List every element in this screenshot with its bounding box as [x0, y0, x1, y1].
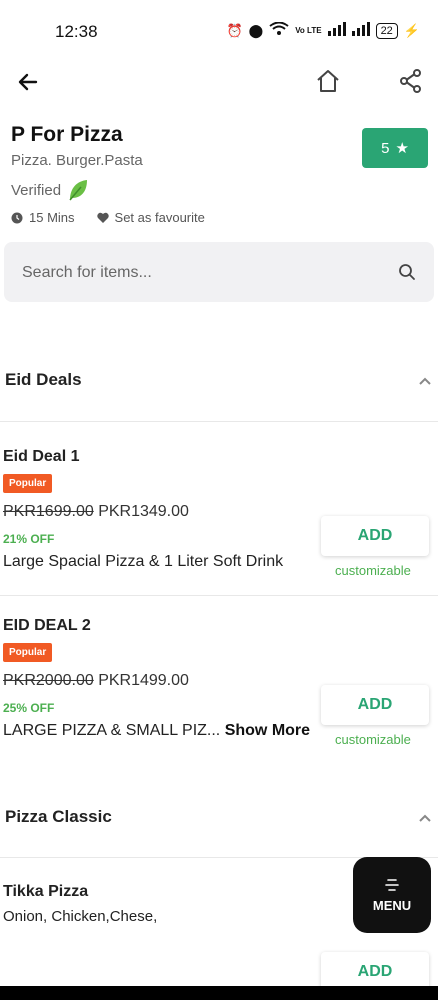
menu-button-label: MENU [372, 897, 412, 913]
star-icon: ★ [395, 140, 409, 157]
current-price: PKR1349.00 [98, 503, 189, 520]
original-price: PKR1699.00 [3, 503, 94, 520]
menu-item: Eid Deal 1 Popular PKR1699.00 PKR1349.00… [0, 436, 438, 596]
share-icon [400, 69, 421, 93]
home-icon [317, 70, 339, 92]
favourite-button[interactable]: Set as favourite [96, 210, 205, 225]
item-description: LARGE PIZZA & SMALL PIZ... Show More [3, 722, 310, 740]
search-input[interactable] [20, 242, 384, 304]
favourite-label: Set as favourite [114, 210, 205, 225]
verified-label: Verified [11, 181, 62, 199]
original-price: PKR2000.00 [3, 672, 94, 689]
delivery-time: 15 Mins [11, 210, 75, 225]
chevron-up-icon [419, 814, 431, 822]
signal-icon [327, 22, 346, 39]
divider [0, 595, 438, 596]
share-button[interactable] [398, 68, 424, 94]
search-bar [4, 242, 434, 304]
discount-label: 25% OFF [3, 701, 55, 715]
discount-label: 21% OFF [3, 532, 55, 546]
clock-icon [11, 212, 23, 223]
section-title: Eid Deals [5, 370, 82, 389]
item-name: Eid Deal 1 [3, 448, 80, 465]
section-header-pizza-classic[interactable]: Pizza Classic [0, 799, 438, 839]
back-button[interactable] [16, 70, 40, 94]
add-button[interactable]: ADD [321, 685, 429, 725]
system-navigation-bar [0, 986, 438, 1000]
menu-item: EID DEAL 2 Popular PKR2000.00 PKR1499.00… [0, 605, 438, 765]
verified-status: Verified [11, 178, 89, 202]
delivery-time-label: 15 Mins [29, 210, 75, 225]
rating-badge: 5 ★ [362, 128, 428, 168]
restaurant-meta: 15 Mins Set as favourite [11, 210, 205, 225]
divider [0, 421, 438, 422]
home-button[interactable] [315, 68, 341, 94]
current-price: PKR1499.00 [98, 672, 189, 689]
chevron-up-icon [419, 377, 431, 385]
status-icons: ⏰ ⬤ Vo LTE 22 ⚡ [226, 21, 420, 39]
heart-icon [96, 212, 109, 223]
network-label: Vo LTE [295, 26, 322, 35]
customizable-label: customizable [335, 732, 411, 747]
item-description: Large Spacial Pizza & 1 Liter Soft Drink [3, 553, 284, 570]
rating-value: 5 [381, 139, 390, 157]
popular-badge: Popular [3, 474, 53, 493]
signal-icon-2 [351, 22, 370, 39]
wifi-icon [269, 21, 289, 39]
customizable-label: customizable [335, 563, 411, 578]
battery-indicator: 22 [375, 22, 398, 39]
restaurant-categories: Pizza. Burger.Pasta [11, 152, 143, 169]
item-description: Onion, Chicken,Chese, [3, 908, 158, 925]
search-icon[interactable] [398, 263, 416, 281]
price-row: PKR2000.00 PKR1499.00 [3, 672, 189, 690]
top-navigation [0, 62, 438, 102]
restaurant-name: P For Pizza [11, 123, 123, 146]
popular-badge: Popular [3, 643, 53, 662]
show-more-link[interactable]: Show More [225, 722, 310, 739]
item-name: Tikka Pizza [3, 883, 89, 900]
item-description-text: LARGE PIZZA & SMALL PIZ... [3, 722, 221, 739]
menu-button[interactable]: MENU [353, 857, 431, 933]
add-button[interactable]: ADD [321, 516, 429, 556]
arrow-left-icon [18, 73, 38, 91]
section-header-eid-deals[interactable]: Eid Deals [0, 362, 438, 402]
section-title: Pizza Classic [5, 807, 112, 826]
status-time: 12:38 [55, 22, 98, 41]
alarm-icon: ⏰ [226, 22, 243, 38]
charging-icon: ⚡ [403, 22, 420, 38]
menu-lines-icon [385, 878, 399, 891]
leaf-icon [69, 180, 88, 201]
item-name: EID DEAL 2 [3, 617, 91, 634]
location-icon: ⬤ [248, 22, 264, 38]
status-bar: 12:38 ⏰ ⬤ Vo LTE 22 ⚡ [0, 0, 438, 62]
price-row: PKR1699.00 PKR1349.00 [3, 503, 189, 521]
